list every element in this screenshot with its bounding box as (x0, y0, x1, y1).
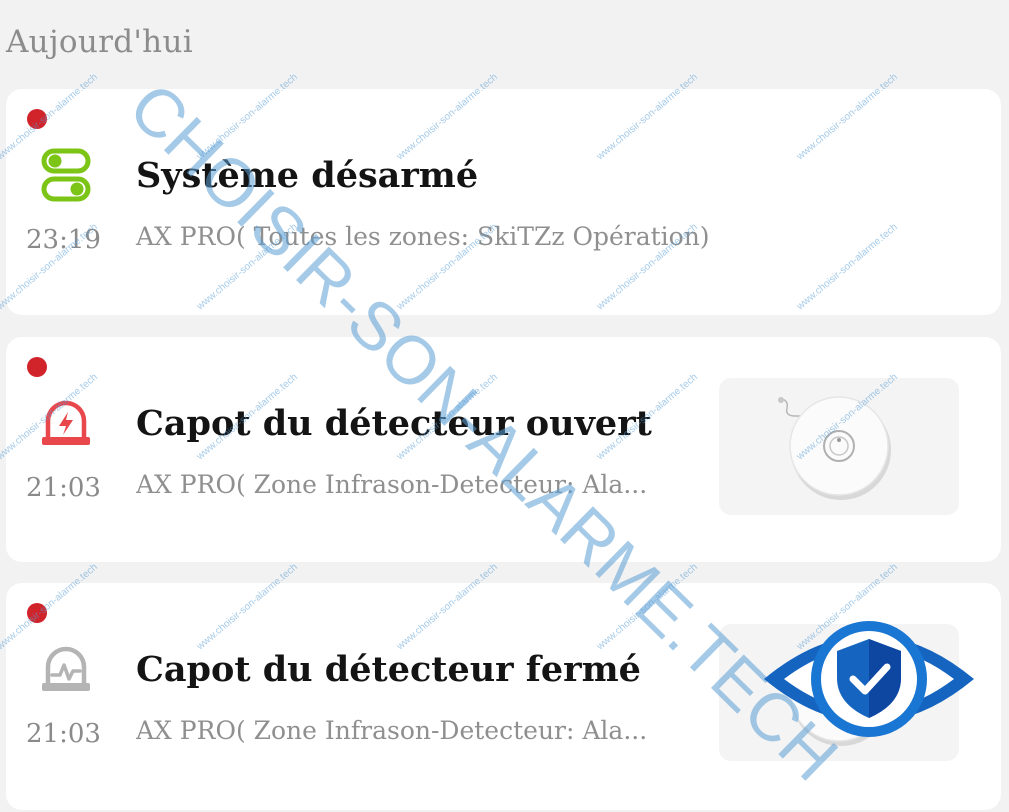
event-time: 21:03 (26, 473, 101, 503)
event-title: Système désarmé (136, 155, 479, 196)
unread-dot (27, 357, 47, 377)
tamper-alarm-icon (38, 395, 94, 451)
event-title: Capot du détecteur ouvert (136, 403, 652, 444)
detector-thumbnail[interactable] (719, 378, 959, 515)
unread-dot (27, 109, 47, 129)
event-subtitle: AX PRO( Toutes les zones: SkiTZz Opérati… (136, 222, 710, 251)
section-title: Aujourd'hui (6, 24, 193, 60)
tamper-restored-icon (38, 641, 94, 697)
event-card[interactable]: 23:19 Système désarmé AX PRO( Toutes les… (6, 89, 1001, 315)
system-disarmed-icon (38, 147, 94, 203)
event-title: Capot du détecteur fermé (136, 649, 641, 690)
shield-eye-logo (760, 612, 978, 746)
event-subtitle: AX PRO( Zone Infrason-Detecteur: Ala... (136, 470, 648, 499)
unread-dot (27, 603, 47, 623)
event-card[interactable]: 21:03 Capot du détecteur ouvert AX PRO( … (6, 337, 1001, 562)
event-time: 23:19 (26, 225, 101, 255)
event-subtitle: AX PRO( Zone Infrason-Detecteur: Ala... (136, 716, 648, 745)
event-time: 21:03 (26, 719, 101, 749)
